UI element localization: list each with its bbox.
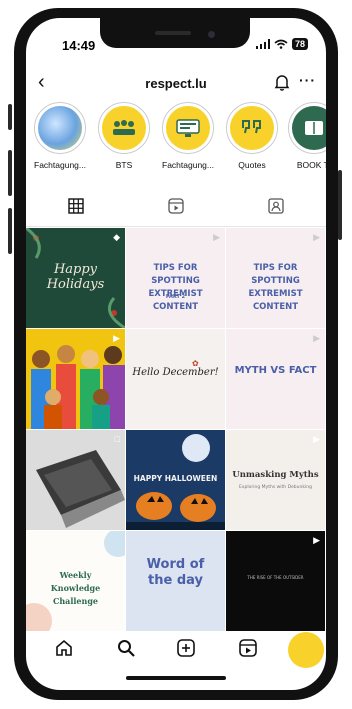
highlight-label: Fachtagung...: [162, 160, 214, 170]
quote-icon: [230, 106, 274, 150]
pin-icon: ◆: [113, 232, 120, 242]
notch: [100, 18, 250, 48]
post-title: THE RISE OF THE OUTSIDER: [247, 575, 304, 580]
post-happy-holidays[interactable]: Happy Holidays ◆: [26, 228, 125, 328]
notification-bell-icon[interactable]: [274, 74, 290, 91]
laptop-photo: [26, 430, 125, 530]
profile-avatar[interactable]: [288, 632, 324, 668]
post-happy-halloween[interactable]: HAPPY HALLOWEEN: [126, 430, 225, 530]
post-hello-december[interactable]: Hello December! ✿: [126, 329, 225, 429]
post-extremist-part2[interactable]: TIPS FOR SPOTTING EXTREMIST CONTENT PART…: [126, 228, 225, 328]
post-subtitle: Exploring Myths with Debunking: [239, 485, 312, 490]
post-title: MYTH VS FACT: [234, 365, 317, 376]
post-title: Word of the day: [146, 557, 205, 588]
highlight-bts[interactable]: BTS: [94, 102, 154, 170]
post-title: Weekly Knowledge Challenge: [50, 570, 101, 606]
highlight-label: Quotes: [238, 160, 266, 170]
reel-icon: ▶: [313, 434, 320, 444]
status-time: 14:49: [62, 38, 96, 53]
home-indicator: [126, 676, 226, 680]
post-extremist-part1[interactable]: TIPS FOR SPOTTING EXTREMIST CONTENT ▶: [226, 228, 325, 328]
reel-icon: ▶: [313, 232, 320, 242]
post-title: Unmasking Myths: [232, 470, 319, 480]
power-button: [338, 170, 342, 240]
profile-header: ‹ respect.lu ···: [26, 70, 326, 98]
highlight-label: BTS: [115, 160, 133, 170]
profile-tabs: [26, 196, 326, 232]
post-weekly-knowledge[interactable]: Weekly Knowledge Challenge: [26, 531, 125, 631]
bottom-nav: [26, 628, 326, 668]
reels-icon: [168, 198, 184, 214]
highlight-fachtagung-2[interactable]: Fachtagung...: [158, 102, 218, 170]
search-icon[interactable]: [116, 638, 136, 658]
status-icons: 78: [255, 38, 308, 50]
highlight-fachtagung-1[interactable]: Fachtagung...: [30, 102, 90, 170]
reel-icon: □: [114, 434, 120, 444]
reel-icon: ▶: [313, 333, 320, 343]
reel-icon: ▶: [313, 535, 320, 545]
post-rise-of-outsider[interactable]: THE RISE OF THE OUTSIDER ▶: [226, 531, 325, 631]
create-post-icon[interactable]: [176, 638, 196, 658]
screen: 14:49 78 ‹ respect.lu ··· Fachtagung... …: [26, 18, 326, 690]
post-title: TIPS FOR SPOTTING EXTREMIST CONTENT: [148, 263, 203, 312]
people-illustration: [26, 329, 125, 429]
globe-icon: [38, 106, 82, 150]
holly-icon: ✿: [192, 359, 199, 368]
volume-down-button: [8, 208, 12, 254]
post-unmasking-myths[interactable]: Unmasking Myths Exploring Myths with Deb…: [226, 430, 325, 530]
highlight-label: Fachtagung...: [34, 160, 86, 170]
highlight-label: BOOK TI: [296, 160, 326, 170]
signal-icon: [255, 39, 270, 49]
reel-icon: ▶: [213, 232, 220, 242]
post-subtitle: PART 2: [165, 294, 186, 300]
reel-icon: ▶: [113, 333, 120, 343]
post-title: Happy Holidays: [46, 262, 105, 292]
screen-icon: [166, 106, 210, 150]
post-title: HAPPY HALLOWEEN: [133, 474, 218, 483]
more-options-icon[interactable]: ···: [299, 72, 316, 88]
home-icon[interactable]: [54, 638, 74, 658]
post-laptop-photo[interactable]: □: [26, 430, 125, 530]
tab-reels[interactable]: [126, 198, 226, 219]
story-highlights: Fachtagung... BTS Fachtagung... Quotes B…: [26, 102, 326, 186]
highlight-quotes[interactable]: Quotes: [222, 102, 282, 170]
book-icon: [292, 106, 326, 150]
tab-tagged[interactable]: [226, 198, 326, 219]
post-myth-vs-fact[interactable]: MYTH VS FACT ▶: [226, 329, 325, 429]
post-word-of-the-day[interactable]: Word of the day: [126, 531, 225, 631]
highlight-book[interactable]: BOOK TI: [284, 102, 326, 170]
post-diverse-people[interactable]: ▶: [26, 329, 125, 429]
wifi-icon: [274, 39, 288, 49]
reels-nav-icon[interactable]: [238, 638, 258, 658]
people-icon: [102, 106, 146, 150]
grid-icon: [68, 198, 84, 214]
mute-switch: [8, 104, 12, 130]
tab-posts[interactable]: [26, 198, 126, 232]
post-title: Hello December!: [132, 367, 219, 378]
post-title: TIPS FOR SPOTTING EXTREMIST CONTENT: [248, 263, 303, 312]
volume-up-button: [8, 150, 12, 196]
battery-icon: 78: [291, 38, 308, 50]
tagged-icon: [268, 198, 284, 214]
